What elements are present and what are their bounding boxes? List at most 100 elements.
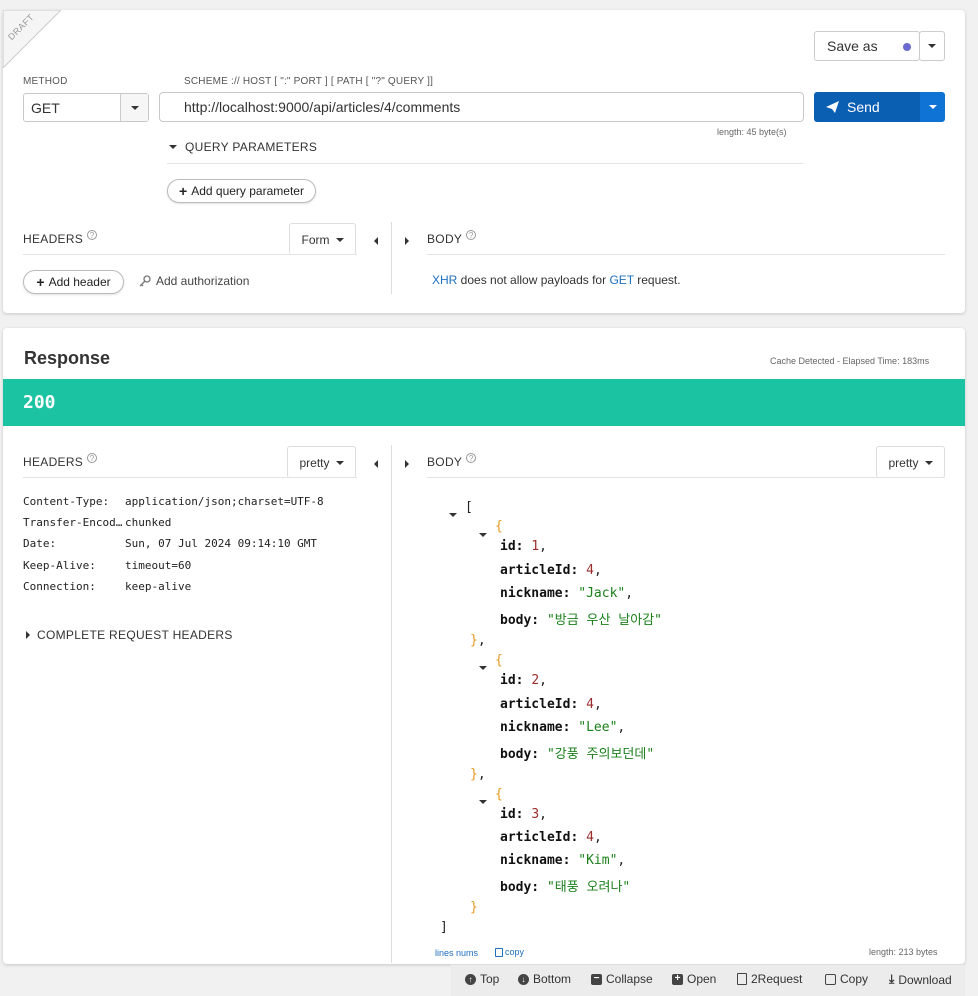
message-text: does not allow payloads for <box>457 273 610 287</box>
download-label: Download <box>898 972 952 987</box>
response-headers-title: HEADERS? <box>23 453 98 469</box>
form-select-button[interactable]: Form <box>289 223 356 255</box>
top-label: Top <box>480 972 500 986</box>
save-as-button[interactable]: Save as <box>814 31 920 61</box>
json-close-array: ] <box>440 920 448 935</box>
copy-icon <box>495 947 503 957</box>
response-headers-label: HEADERS <box>23 455 84 469</box>
collapse-toggle-icon[interactable] <box>479 659 487 673</box>
collapse-toggle-icon[interactable] <box>449 506 457 520</box>
header-key: Date: <box>23 537 57 550</box>
chevron-down-icon <box>924 460 933 465</box>
header-key: Content-Type: <box>23 495 110 508</box>
json-line: articleId: 4, <box>500 563 602 578</box>
collapse-left-button[interactable] <box>374 457 378 471</box>
plus-icon: + <box>36 274 45 290</box>
copy-button-label: Copy <box>840 972 869 986</box>
headers-format-select[interactable]: pretty <box>287 446 356 478</box>
save-as-dropdown-button[interactable] <box>919 31 945 61</box>
json-open-brace: { <box>495 519 503 534</box>
json-line: body: "강풍 주의보던데" <box>500 747 655 762</box>
divider <box>23 254 357 255</box>
bottom-button[interactable]: ↓ Bottom <box>518 972 571 986</box>
open-button[interactable]: + Open <box>672 972 716 986</box>
divider <box>23 477 357 478</box>
top-button[interactable]: ↑ Top <box>465 972 499 986</box>
clipboard-icon <box>737 973 747 985</box>
help-icon[interactable]: ? <box>466 453 477 463</box>
arrow-right-icon <box>405 237 409 245</box>
collapse-left-button[interactable] <box>374 234 378 248</box>
collapse-button[interactable]: − Collapse <box>591 972 653 986</box>
method-select[interactable]: GET <box>23 93 149 122</box>
divider <box>167 163 803 164</box>
download-button[interactable]: ⤓ Download <box>889 972 952 987</box>
download-icon: ⤓ <box>889 972 895 986</box>
get-link[interactable]: GET <box>609 273 633 287</box>
json-line: id: 2, <box>500 673 547 688</box>
json-line: nickname: "Kim", <box>500 853 626 868</box>
save-as-label: Save as <box>827 38 878 54</box>
draft-ribbon: DRAFT <box>3 10 61 68</box>
collapse-right-button[interactable] <box>405 457 409 471</box>
caret-right-icon <box>26 631 30 639</box>
method-value: GET <box>31 99 60 116</box>
header-key: Transfer-Encoding: <box>23 516 123 529</box>
add-header-button[interactable]: + Add header <box>23 270 124 294</box>
collapse-toggle-icon[interactable] <box>479 793 487 807</box>
add-authorization-button[interactable]: Add authorization <box>139 274 249 288</box>
caret-down-icon <box>169 145 177 149</box>
help-icon[interactable]: ? <box>466 230 477 240</box>
query-params-label: QUERY PARAMETERS <box>185 140 318 154</box>
request-headers-label: HEADERS <box>23 232 84 246</box>
to-request-button[interactable]: 2Request <box>737 972 802 986</box>
complete-headers-toggle[interactable]: COMPLETE REQUEST HEADERS <box>26 628 233 642</box>
json-line: body: "태풍 오려나" <box>500 880 631 895</box>
copy-button[interactable]: Copy <box>825 972 868 986</box>
send-dropdown-button[interactable] <box>920 92 945 122</box>
divider <box>427 477 945 478</box>
help-icon[interactable]: ? <box>87 230 98 240</box>
copy-icon <box>825 973 836 985</box>
copy-link[interactable]: copy <box>495 947 524 957</box>
arrow-left-icon <box>374 237 378 245</box>
xhr-link[interactable]: XHR <box>432 273 457 287</box>
complete-headers-label: COMPLETE REQUEST HEADERS <box>37 628 233 642</box>
request-body-title: BODY? <box>427 230 477 246</box>
response-body-title: BODY? <box>427 453 477 469</box>
arrow-down-icon: ↓ <box>518 973 529 985</box>
copy-label: copy <box>505 947 525 957</box>
key-icon <box>139 275 151 287</box>
query-params-toggle[interactable]: QUERY PARAMETERS <box>169 140 317 154</box>
arrow-right-icon <box>405 460 409 468</box>
url-length: length: 45 byte(s) <box>717 127 787 137</box>
panel-divider <box>391 445 392 963</box>
request-headers-title: HEADERS? <box>23 230 98 246</box>
plus-icon: + <box>179 183 188 199</box>
collapse-label: Collapse <box>606 972 653 986</box>
lines-nums-link[interactable]: lines nums <box>435 948 478 958</box>
header-value: application/json;charset=UTF-8 <box>125 495 324 508</box>
collapse-right-button[interactable] <box>405 234 409 248</box>
headers-format-label: pretty <box>299 455 330 470</box>
chevron-down-icon <box>335 460 344 465</box>
collapse-toggle-icon[interactable] <box>479 526 487 540</box>
body-format-select[interactable]: pretty <box>876 446 945 478</box>
json-open-brace: { <box>495 653 503 668</box>
form-label: Form <box>301 232 330 247</box>
method-dropdown-toggle[interactable] <box>120 94 148 121</box>
request-body-label: BODY <box>427 232 463 246</box>
json-close-brace: }, <box>470 633 486 648</box>
url-input[interactable]: http://localhost:9000/api/articles/4/com… <box>159 92 804 122</box>
header-value: chunked <box>125 516 172 529</box>
json-close-brace: }, <box>470 767 486 782</box>
divider <box>427 254 945 255</box>
chevron-down-icon <box>130 105 139 110</box>
add-query-param-button[interactable]: + Add query parameter <box>167 179 316 203</box>
header-key: Connection: <box>23 580 96 593</box>
panel-divider <box>391 222 392 294</box>
status-code: 200 <box>23 392 56 413</box>
send-button[interactable]: Send <box>814 92 921 122</box>
status-bar: 200 <box>3 379 965 426</box>
help-icon[interactable]: ? <box>87 453 98 463</box>
